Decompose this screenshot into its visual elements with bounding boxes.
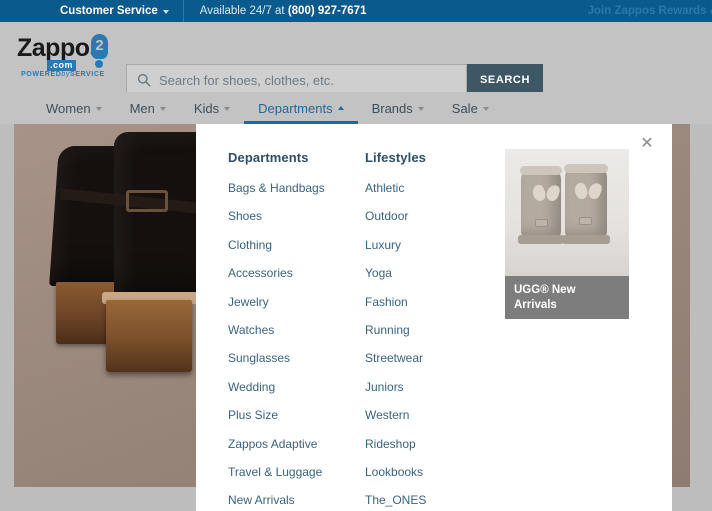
departments-dropdown-panel: ✕ Departments Bags & Handbags Shoes Clot… [196, 124, 672, 511]
link-accessories[interactable]: Accessories [228, 266, 365, 280]
chevron-down-icon [162, 10, 169, 14]
search-icon [137, 73, 151, 87]
hero-boot-buckle [126, 190, 168, 212]
nav-item-kids[interactable]: Kids [180, 92, 244, 124]
customer-service-menu[interactable]: Customer Service [0, 0, 184, 22]
link-jewelry[interactable]: Jewelry [228, 295, 365, 309]
promo-caption: UGG® New Arrivals [505, 276, 629, 319]
chevron-down-icon [224, 107, 231, 111]
nav-label-women: Women [46, 100, 91, 116]
logo-mark-icon: 2 [91, 34, 108, 59]
zappos-page: Customer Service Available 24/7 at (800)… [0, 0, 712, 511]
link-bags-handbags[interactable]: Bags & Handbags [228, 181, 365, 195]
promo-image-ugg-boots [505, 149, 629, 276]
link-luxury[interactable]: Luxury [365, 238, 502, 252]
link-new-arrivals[interactable]: New Arrivals [228, 493, 365, 507]
chevron-down-icon [482, 107, 489, 111]
link-clothing[interactable]: Clothing [228, 238, 365, 252]
nav-label-kids: Kids [193, 100, 220, 116]
chevron-down-icon [159, 107, 166, 111]
search-input[interactable] [159, 66, 466, 94]
customer-service-label: Customer Service [60, 5, 158, 17]
chevron-up-icon [337, 105, 344, 110]
link-wedding[interactable]: Wedding [228, 380, 365, 394]
logo-com-badge: .com [47, 60, 77, 71]
phone-number[interactable]: (800) 927-7671 [288, 5, 367, 17]
link-shoes[interactable]: Shoes [228, 209, 365, 223]
logo-dot-icon [95, 60, 103, 68]
close-icon[interactable]: ✕ [638, 135, 656, 153]
zappos-logo[interactable]: Zappos 2 .com POWEREDbySERVICE [17, 34, 117, 78]
support-phone: Available 24/7 at (800) 927-7671 [184, 5, 367, 17]
nav-item-men[interactable]: Men [116, 92, 180, 124]
link-juniors[interactable]: Juniors [365, 380, 502, 394]
link-plus-size[interactable]: Plus Size [228, 408, 365, 422]
hero-boot-right-heel [106, 300, 192, 372]
link-running[interactable]: Running [365, 323, 502, 337]
column-title-lifestyles: Lifestyles [365, 150, 426, 165]
nav-item-departments[interactable]: Departments [244, 92, 359, 124]
nav-item-women[interactable]: Women [32, 92, 116, 124]
ugg-boot-right [565, 167, 607, 237]
nav-item-sale[interactable]: Sale [438, 92, 503, 124]
nav-label-departments: Departments [258, 100, 333, 116]
link-rideshop[interactable]: Rideshop [365, 437, 502, 451]
rewards-link[interactable]: Join Zappos Rewards & [588, 0, 712, 22]
dropdown-columns: Departments Bags & Handbags Shoes Clothi… [228, 150, 502, 511]
ugg-boot-right-bow [575, 183, 601, 199]
ugg-boot-left-fur [520, 166, 562, 175]
column-departments: Departments Bags & Handbags Shoes Clothi… [228, 150, 365, 511]
ugg-boot-left-sole [518, 235, 564, 244]
ugg-boot-right-fur [564, 164, 608, 173]
link-lookbooks[interactable]: Lookbooks [365, 465, 502, 479]
logo-tagline-mid: by [61, 71, 70, 78]
chevron-down-icon [417, 107, 424, 111]
ugg-boot-left-label [535, 219, 548, 227]
ugg-boot-right-label [579, 217, 592, 225]
column-lifestyles: Lifestyles Athletic Outdoor Luxury Yoga … [365, 150, 502, 511]
link-sunglasses[interactable]: Sunglasses [228, 351, 365, 365]
phone-prefix-label: Available 24/7 at [199, 5, 288, 17]
link-western[interactable]: Western [365, 408, 502, 422]
link-streetwear[interactable]: Streetwear [365, 351, 502, 365]
promo-card-ugg[interactable]: UGG® New Arrivals [505, 149, 629, 319]
link-yoga[interactable]: Yoga [365, 266, 502, 280]
link-zappos-adaptive[interactable]: Zappos Adaptive [228, 437, 365, 451]
link-athletic[interactable]: Athletic [365, 181, 502, 195]
site-header: Zappos 2 .com POWEREDbySERVICE SEARCH [0, 22, 712, 96]
link-the-ones[interactable]: The_ONES [365, 493, 502, 507]
link-fashion[interactable]: Fashion [365, 295, 502, 309]
ugg-boot-left-bow [533, 185, 559, 201]
logo-tagline-pre: POWERED [21, 71, 62, 78]
chevron-down-icon [95, 107, 102, 111]
logo-tagline: POWEREDbySERVICE [21, 71, 105, 78]
nav-label-sale: Sale [451, 100, 478, 116]
main-navigation: Women Men Kids Departments Brands Sale [0, 92, 712, 124]
link-travel-luggage[interactable]: Travel & Luggage [228, 465, 365, 479]
ugg-boot-right-sole [562, 235, 610, 244]
logo-tagline-post: SERVICE [69, 71, 105, 78]
utility-bar: Customer Service Available 24/7 at (800)… [0, 0, 712, 22]
nav-item-brands[interactable]: Brands [358, 92, 438, 124]
nav-label-brands: Brands [371, 100, 413, 116]
link-outdoor[interactable]: Outdoor [365, 209, 502, 223]
nav-label-men: Men [129, 100, 155, 116]
column-title-departments: Departments [228, 150, 309, 165]
link-watches[interactable]: Watches [228, 323, 365, 337]
